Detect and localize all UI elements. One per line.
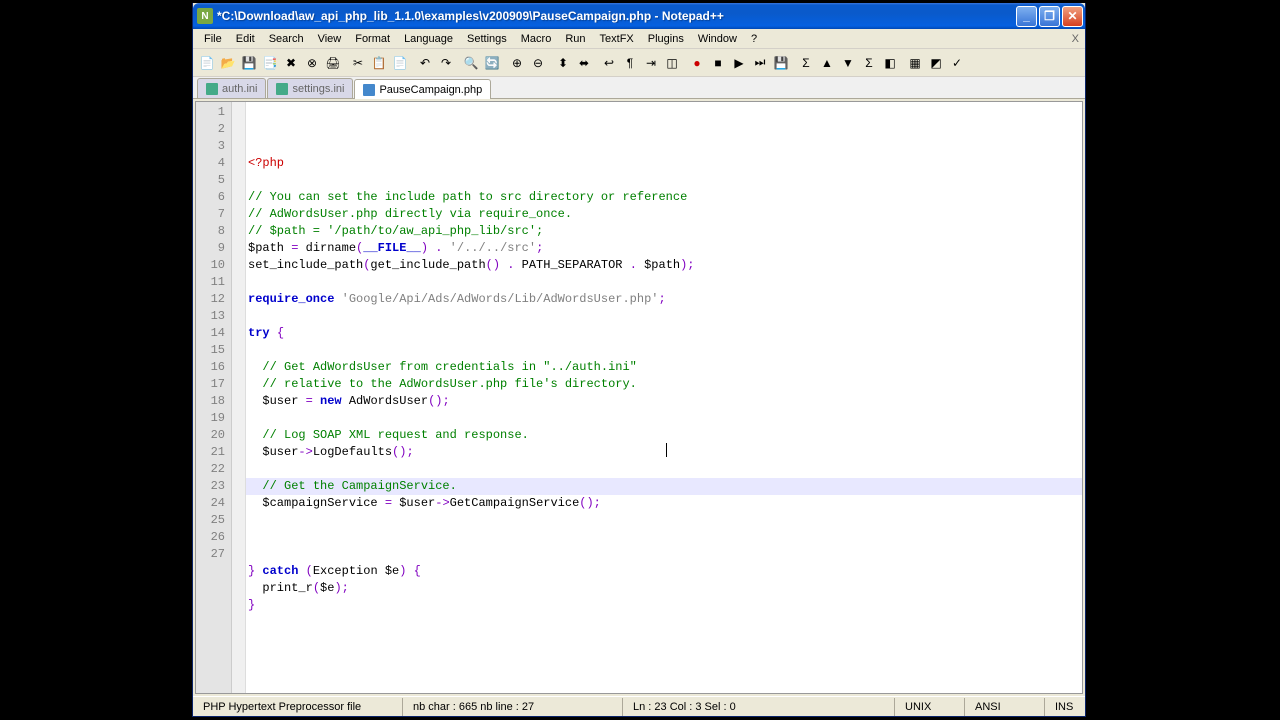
play-multi-icon[interactable]: ⏭ [750, 53, 770, 73]
fn5-icon[interactable]: ◧ [880, 53, 900, 73]
tab-settings-ini[interactable]: settings.ini [267, 78, 353, 98]
new-icon[interactable]: 📄 [197, 53, 217, 73]
titlebar[interactable]: N *C:\Download\aw_api_php_lib_1.1.0\exam… [193, 3, 1085, 29]
menu-plugins[interactable]: Plugins [641, 31, 691, 47]
minimize-button[interactable]: _ [1016, 6, 1037, 27]
fn2-icon[interactable]: ▲ [817, 53, 837, 73]
tab-pausecampaign[interactable]: PauseCampaign.php [354, 79, 491, 99]
close-button[interactable]: ✕ [1062, 6, 1083, 27]
show-all-icon[interactable]: ¶ [620, 53, 640, 73]
line-numbers: 1234567891011121314151617181920212223242… [196, 102, 232, 693]
close-file-icon[interactable]: ✖ [281, 53, 301, 73]
replace-icon[interactable]: 🔄 [482, 53, 502, 73]
status-mode: INS [1045, 698, 1085, 716]
save-all-icon[interactable]: 📑 [260, 53, 280, 73]
menu-search[interactable]: Search [262, 31, 311, 47]
fn4-icon[interactable]: Σ [859, 53, 879, 73]
stop-icon[interactable]: ■ [708, 53, 728, 73]
menu-textfx[interactable]: TextFX [593, 31, 641, 47]
app-icon: N [197, 8, 213, 24]
close-all-icon[interactable]: ⊗ [302, 53, 322, 73]
open-icon[interactable]: 📂 [218, 53, 238, 73]
wrap-icon[interactable]: ↩ [599, 53, 619, 73]
undo-icon[interactable]: ↶ [415, 53, 435, 73]
record-icon[interactable]: ● [687, 53, 707, 73]
play-icon[interactable]: ▶ [729, 53, 749, 73]
paste-icon[interactable]: 📄 [390, 53, 410, 73]
status-filetype: PHP Hypertext Preprocessor file [193, 698, 403, 716]
save-macro-icon[interactable]: 💾 [771, 53, 791, 73]
status-chars: nb char : 665 nb line : 27 [403, 698, 623, 716]
menu-view[interactable]: View [311, 31, 349, 47]
status-encoding: ANSI [965, 698, 1045, 716]
statusbar: PHP Hypertext Preprocessor file nb char … [193, 696, 1085, 716]
menu-run[interactable]: Run [558, 31, 592, 47]
menubar-close-icon[interactable]: X [1072, 33, 1079, 45]
fn6-icon[interactable]: ▦ [905, 53, 925, 73]
file-icon [206, 83, 218, 95]
fn7-icon[interactable]: ◩ [926, 53, 946, 73]
menu-format[interactable]: Format [348, 31, 397, 47]
toolbar: 📄 📂 💾 📑 ✖ ⊗ 🖨 ✂ 📋 📄 ↶ ↷ 🔍 🔄 ⊕ ⊖ ⬍ ⬌ ↩ ¶ … [193, 49, 1085, 77]
menu-settings[interactable]: Settings [460, 31, 514, 47]
copy-icon[interactable]: 📋 [369, 53, 389, 73]
save-icon[interactable]: 💾 [239, 53, 259, 73]
sync-v-icon[interactable]: ⬍ [553, 53, 573, 73]
menu-help[interactable]: ? [744, 31, 764, 47]
print-icon[interactable]: 🖨 [323, 53, 343, 73]
fold-margin[interactable] [232, 102, 246, 693]
status-position: Ln : 23 Col : 3 Sel : 0 [623, 698, 895, 716]
file-icon [363, 84, 375, 96]
cut-icon[interactable]: ✂ [348, 53, 368, 73]
status-eol: UNIX [895, 698, 965, 716]
fn8-icon[interactable]: ✓ [947, 53, 967, 73]
zoom-in-icon[interactable]: ⊕ [507, 53, 527, 73]
app-window: N *C:\Download\aw_api_php_lib_1.1.0\exam… [192, 3, 1086, 717]
tab-auth-ini[interactable]: auth.ini [197, 78, 266, 98]
file-icon [276, 83, 288, 95]
menu-macro[interactable]: Macro [514, 31, 559, 47]
sync-h-icon[interactable]: ⬌ [574, 53, 594, 73]
zoom-out-icon[interactable]: ⊖ [528, 53, 548, 73]
guide-icon[interactable]: ◫ [662, 53, 682, 73]
menubar: File Edit Search View Format Language Se… [193, 29, 1085, 49]
menu-edit[interactable]: Edit [229, 31, 262, 47]
editor[interactable]: 1234567891011121314151617181920212223242… [195, 101, 1083, 694]
fn3-icon[interactable]: ▼ [838, 53, 858, 73]
maximize-button[interactable]: ❐ [1039, 6, 1060, 27]
window-title: *C:\Download\aw_api_php_lib_1.1.0\exampl… [217, 9, 1016, 23]
menu-window[interactable]: Window [691, 31, 744, 47]
menu-file[interactable]: File [197, 31, 229, 47]
indent-icon[interactable]: ⇥ [641, 53, 661, 73]
redo-icon[interactable]: ↷ [436, 53, 456, 73]
fn1-icon[interactable]: Σ [796, 53, 816, 73]
menu-language[interactable]: Language [397, 31, 460, 47]
find-icon[interactable]: 🔍 [461, 53, 481, 73]
code-area[interactable]: <?php// You can set the include path to … [246, 102, 1082, 693]
document-tabs: auth.ini settings.ini PauseCampaign.php [193, 77, 1085, 99]
